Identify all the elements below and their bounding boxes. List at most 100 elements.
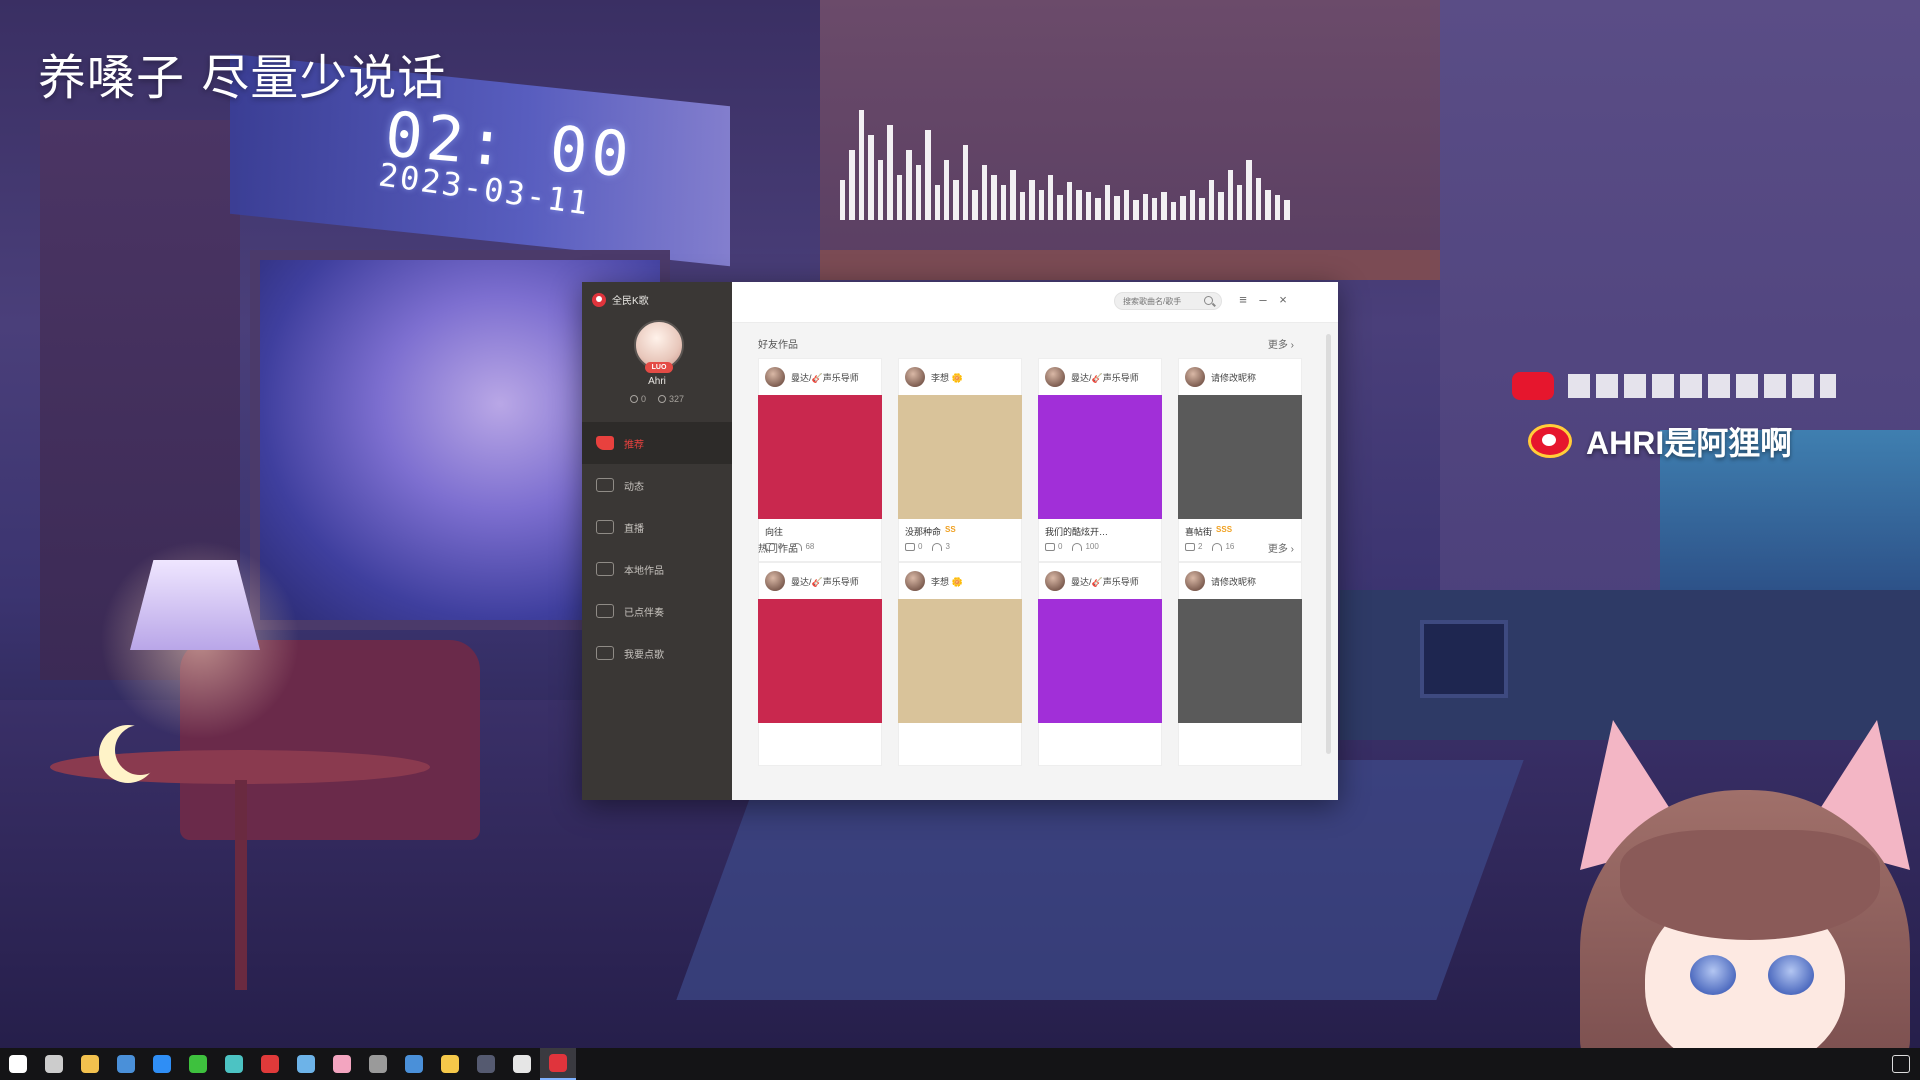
sidebar-item[interactable]: 推荐 — [582, 422, 732, 464]
work-card[interactable]: 李想 🌼 没那种命 SS 0 3 — [898, 358, 1022, 562]
sidebar-item-label: 推荐 — [624, 439, 644, 451]
visualizer-bar — [1085, 192, 1092, 220]
work-thumbnail[interactable] — [1178, 395, 1302, 519]
more-link[interactable]: 更多 › — [1268, 540, 1294, 555]
close-button[interactable]: × — [1276, 293, 1290, 307]
work-card[interactable]: 曼达/🎸声乐导师 向往 0 68 — [758, 358, 882, 562]
sidebar-item[interactable]: 动态 — [582, 464, 732, 506]
sidebar-item[interactable]: 已点伴奏 — [582, 590, 732, 632]
work-card[interactable]: 李想 🌼 — [898, 562, 1022, 766]
chat-bubble-icon — [596, 478, 614, 492]
card-author[interactable]: 曼达/🎸声乐导师 — [1039, 359, 1161, 395]
profile-name[interactable]: Ahri — [582, 376, 732, 387]
taskbar-windows-start[interactable] — [0, 1048, 36, 1080]
obscured-text — [1568, 374, 1836, 398]
taskbar-se-app[interactable] — [468, 1048, 504, 1080]
taskbar-task-view[interactable] — [36, 1048, 72, 1080]
author-avatar[interactable] — [1045, 571, 1065, 591]
content-area: 好友作品 更多 › 曼达/🎸声乐导师 向往 0 68 李想 🌼 没那种命 SS 0 3 曼达/🎸声… — [732, 322, 1320, 800]
scrollbar[interactable] — [1326, 334, 1331, 754]
taskbar-quanmin-kge[interactable] — [540, 1048, 576, 1080]
visualizer-bar — [1038, 190, 1044, 220]
work-card[interactable]: 请修改昵称 — [1178, 562, 1302, 766]
card-author[interactable]: 请修改昵称 — [1179, 563, 1301, 599]
visualizer-bar — [1066, 182, 1073, 220]
minimize-button[interactable]: – — [1256, 293, 1270, 307]
notification-icon[interactable] — [1892, 1055, 1910, 1073]
taskbar-obs[interactable] — [360, 1048, 396, 1080]
taskbar-netease-music[interactable] — [252, 1048, 288, 1080]
visualizer-bar — [1208, 180, 1215, 220]
author-name: 请修改昵称 — [1211, 576, 1257, 587]
sidebar-item[interactable]: 直播 — [582, 506, 732, 548]
visualizer-bar — [1123, 190, 1130, 220]
author-avatar[interactable] — [1185, 367, 1205, 387]
following-count[interactable]: 0 — [629, 394, 646, 404]
card-author[interactable]: 曼达/🎸声乐导师 — [759, 359, 881, 395]
search-icon[interactable] — [1204, 296, 1213, 305]
menu-button[interactable]: ≡ — [1236, 293, 1250, 307]
follower-count[interactable]: 327 — [657, 394, 684, 404]
work-thumbnail[interactable] — [1178, 599, 1302, 723]
author-avatar[interactable] — [1045, 367, 1065, 387]
work-title-text: 没那种命 — [905, 527, 942, 537]
work-thumbnail[interactable] — [1038, 599, 1162, 723]
work-thumbnail[interactable] — [1038, 395, 1162, 519]
following-value: 0 — [640, 394, 646, 404]
work-card[interactable]: 曼达/🎸声乐导师 我们的酷炫开… 0 100 — [1038, 358, 1162, 562]
taskbar-wechat[interactable] — [180, 1048, 216, 1080]
taskbar-media-editor[interactable] — [216, 1048, 252, 1080]
visualizer-bar — [1057, 195, 1063, 220]
taskbar-file-explorer[interactable] — [72, 1048, 108, 1080]
author-avatar[interactable] — [905, 571, 925, 591]
visualizer-bar — [1265, 190, 1271, 220]
section-title: 好友作品 — [758, 340, 798, 351]
work-card[interactable]: 曼达/🎸声乐导师 — [758, 562, 882, 766]
sidebar-item[interactable]: 本地作品 — [582, 548, 732, 590]
weibo-handle: AHRI是阿狸啊 — [1528, 418, 1792, 464]
work-title-text: 向往 — [765, 527, 784, 537]
work-card[interactable]: 请修改昵称 喜帖街 SSS 2 16 — [1178, 358, 1302, 562]
taskbar-browser[interactable] — [396, 1048, 432, 1080]
visualizer-bar — [1151, 198, 1158, 220]
file-explorer-icon — [81, 1055, 99, 1073]
author-avatar[interactable] — [765, 367, 785, 387]
score-tier-badge: SSS — [1216, 525, 1233, 534]
visualizer-bar — [972, 190, 978, 220]
taskbar-steam[interactable] — [288, 1048, 324, 1080]
author-avatar[interactable] — [765, 571, 785, 591]
work-thumbnail[interactable] — [758, 395, 882, 519]
sidebar: 全民K歌 LUO Ahri 0 327 推荐 动态 直播 本地作品 已点伴奏 我要点歌 — [582, 282, 732, 800]
visualizer-bar — [1189, 190, 1196, 220]
image-viewer-icon — [333, 1055, 351, 1073]
more-link[interactable]: 更多 › — [1268, 336, 1294, 351]
work-card[interactable]: 曼达/🎸声乐导师 — [1038, 562, 1162, 766]
profile-stats: 0 327 — [582, 394, 732, 404]
author-avatar[interactable] — [1185, 571, 1205, 591]
card-author[interactable]: 李想 🌼 — [899, 563, 1021, 599]
work-thumbnail[interactable] — [898, 599, 1022, 723]
card-author[interactable]: 李想 🌼 — [899, 359, 1021, 395]
visualizer-bar — [1180, 196, 1186, 220]
author-avatar[interactable] — [905, 367, 925, 387]
taskbar — [0, 1048, 1920, 1080]
work-thumbnail[interactable] — [758, 599, 882, 723]
taskbar-steam-like[interactable] — [108, 1048, 144, 1080]
taskbar-image-viewer[interactable] — [324, 1048, 360, 1080]
taskbar-qq-game[interactable] — [432, 1048, 468, 1080]
steam-like-icon — [117, 1055, 135, 1073]
sidebar-item[interactable]: 我要点歌 — [582, 632, 732, 674]
taskbar-boat-app[interactable] — [504, 1048, 540, 1080]
visualizer-bar — [1076, 190, 1082, 220]
work-thumbnail[interactable] — [898, 395, 1022, 519]
card-author[interactable]: 曼达/🎸声乐导师 — [1039, 563, 1161, 599]
side-table-leg — [235, 780, 247, 990]
visualizer-bar — [887, 125, 893, 220]
search-input[interactable] — [1123, 295, 1203, 308]
card-author[interactable]: 请修改昵称 — [1179, 359, 1301, 395]
search-box[interactable] — [1114, 292, 1222, 310]
microphone-icon — [596, 646, 614, 660]
card-author[interactable]: 曼达/🎸声乐导师 — [759, 563, 881, 599]
work-title: 没那种命 SS — [905, 525, 956, 538]
taskbar-kugou[interactable] — [144, 1048, 180, 1080]
